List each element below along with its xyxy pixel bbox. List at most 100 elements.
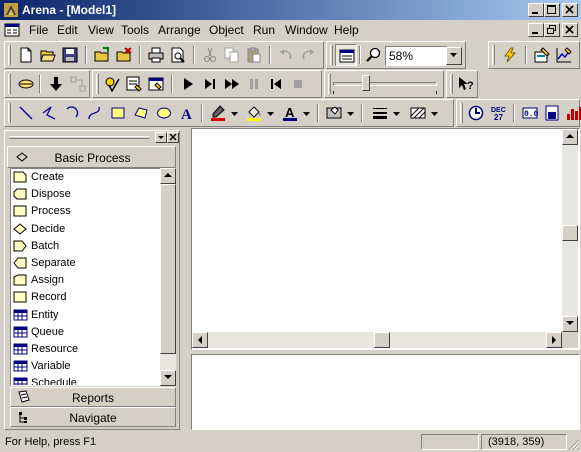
- resize-grip-icon[interactable]: [568, 439, 580, 451]
- toolbar-grip[interactable]: [492, 45, 495, 65]
- toolbar-grip[interactable]: [96, 74, 99, 94]
- menu-window[interactable]: Window: [285, 23, 328, 37]
- paste-button[interactable]: [243, 44, 265, 66]
- close-button[interactable]: [562, 3, 578, 17]
- print-preview-button[interactable]: [167, 44, 189, 66]
- module-resource[interactable]: Resource: [13, 341, 160, 358]
- template-detach-button[interactable]: [113, 44, 135, 66]
- module-separate[interactable]: Separate: [13, 255, 160, 272]
- doc-minimize-button[interactable]: [528, 23, 544, 37]
- background-color-button[interactable]: [323, 102, 345, 124]
- go-button[interactable]: [177, 73, 199, 95]
- canvas-vertical-scrollbar[interactable]: [562, 129, 578, 332]
- reports-panel-button[interactable]: Reports: [10, 387, 176, 407]
- module-entity[interactable]: Entity: [13, 307, 160, 324]
- scroll-down-button[interactable]: [160, 370, 176, 386]
- variable-display-button[interactable]: 0.0: [519, 102, 541, 124]
- minimize-button[interactable]: [528, 3, 544, 17]
- module-dispose[interactable]: Dispose: [13, 186, 160, 203]
- cut-button[interactable]: [199, 44, 221, 66]
- navigate-panel-button[interactable]: Navigate: [10, 407, 176, 427]
- project-bar-options-button[interactable]: [155, 132, 167, 143]
- flowchart-canvas[interactable]: [191, 128, 580, 350]
- fast-forward-button[interactable]: [221, 73, 243, 95]
- module-batch[interactable]: Batch: [13, 238, 160, 255]
- polyline-tool-button[interactable]: [38, 102, 60, 124]
- zoom-button[interactable]: [363, 44, 385, 66]
- run-setup-button[interactable]: [101, 73, 123, 95]
- toolbar-grip[interactable]: [8, 45, 11, 65]
- scroll-left-button[interactable]: [192, 332, 208, 348]
- menu-view[interactable]: View: [88, 23, 114, 37]
- scroll-thumb[interactable]: [562, 225, 578, 241]
- dropdown-arrow-icon[interactable]: [267, 112, 275, 117]
- zoom-combobox[interactable]: 58%: [385, 46, 447, 66]
- template-attach-button[interactable]: [91, 44, 113, 66]
- toolbar-grip[interactable]: [8, 74, 11, 94]
- line-color-button[interactable]: [207, 102, 229, 124]
- doc-restore-button[interactable]: [544, 23, 560, 37]
- dropdown-arrow-icon[interactable]: [393, 112, 401, 117]
- spreadsheet-view[interactable]: [191, 354, 580, 430]
- scroll-down-button[interactable]: [562, 316, 578, 332]
- module-schedule[interactable]: Schedule: [13, 375, 160, 385]
- step-button[interactable]: [199, 73, 221, 95]
- arc-tool-button[interactable]: [61, 102, 83, 124]
- new-button[interactable]: [15, 44, 37, 66]
- basic-process-panel-header[interactable]: Basic Process: [7, 146, 176, 168]
- plot-button[interactable]: [553, 44, 575, 66]
- module-record[interactable]: Record: [13, 289, 160, 306]
- text-color-button[interactable]: A: [279, 102, 301, 124]
- redo-button[interactable]: [297, 44, 319, 66]
- date-button[interactable]: DEC 27: [487, 102, 509, 124]
- menu-tools[interactable]: Tools: [121, 23, 149, 37]
- dropdown-arrow-icon[interactable]: [231, 112, 239, 117]
- module-variable[interactable]: Variable: [13, 358, 160, 375]
- bezier-tool-button[interactable]: [84, 102, 106, 124]
- doc-close-button[interactable]: [562, 23, 578, 37]
- menu-arrange[interactable]: Arrange: [158, 23, 201, 37]
- menu-object[interactable]: Object: [209, 23, 244, 37]
- module-create[interactable]: Create: [13, 169, 160, 186]
- line-width-button[interactable]: [369, 102, 391, 124]
- go-down-button[interactable]: [45, 73, 67, 95]
- document-icon[interactable]: [4, 22, 20, 38]
- ellipse-tool-button[interactable]: [153, 102, 175, 124]
- check-model-button[interactable]: [499, 44, 521, 66]
- menu-edit[interactable]: Edit: [57, 23, 78, 37]
- text-tool-button[interactable]: A: [176, 102, 198, 124]
- project-bar-close-button[interactable]: [167, 132, 179, 143]
- arena-app-icon[interactable]: [3, 2, 19, 18]
- fill-color-button[interactable]: [243, 102, 265, 124]
- toolbar-grip[interactable]: [460, 103, 463, 123]
- start-over-button[interactable]: [265, 73, 287, 95]
- toolbar-grip[interactable]: [330, 45, 333, 65]
- copy-button[interactable]: [221, 44, 243, 66]
- module-decide[interactable]: Decide: [13, 221, 160, 238]
- layers-button[interactable]: [335, 44, 357, 66]
- module-list-scrollbar[interactable]: [160, 168, 176, 386]
- scroll-right-button[interactable]: [546, 332, 562, 348]
- visual-designer-button[interactable]: [531, 44, 553, 66]
- level-button[interactable]: [541, 102, 563, 124]
- dropdown-arrow-icon[interactable]: [303, 112, 311, 117]
- connect-button[interactable]: [67, 73, 89, 95]
- polygon-tool-button[interactable]: [130, 102, 152, 124]
- zoom-dropdown-button[interactable]: [446, 47, 462, 65]
- open-button[interactable]: [37, 44, 59, 66]
- scroll-up-button[interactable]: [562, 129, 578, 145]
- command-button[interactable]: [123, 73, 145, 95]
- context-help-button[interactable]: ?: [455, 73, 477, 95]
- menu-help[interactable]: Help: [334, 23, 359, 37]
- toolbar-grip[interactable]: [450, 74, 453, 94]
- toolbar-grip[interactable]: [8, 103, 11, 123]
- canvas-horizontal-scrollbar[interactable]: [192, 332, 562, 348]
- save-button[interactable]: [59, 44, 81, 66]
- box-tool-button[interactable]: [107, 102, 129, 124]
- end-button[interactable]: [287, 73, 309, 95]
- toolbar-grip[interactable]: [328, 74, 331, 94]
- scroll-thumb[interactable]: [160, 184, 176, 354]
- scroll-up-button[interactable]: [160, 168, 176, 184]
- maximize-button[interactable]: [544, 3, 560, 17]
- menu-run[interactable]: Run: [253, 23, 275, 37]
